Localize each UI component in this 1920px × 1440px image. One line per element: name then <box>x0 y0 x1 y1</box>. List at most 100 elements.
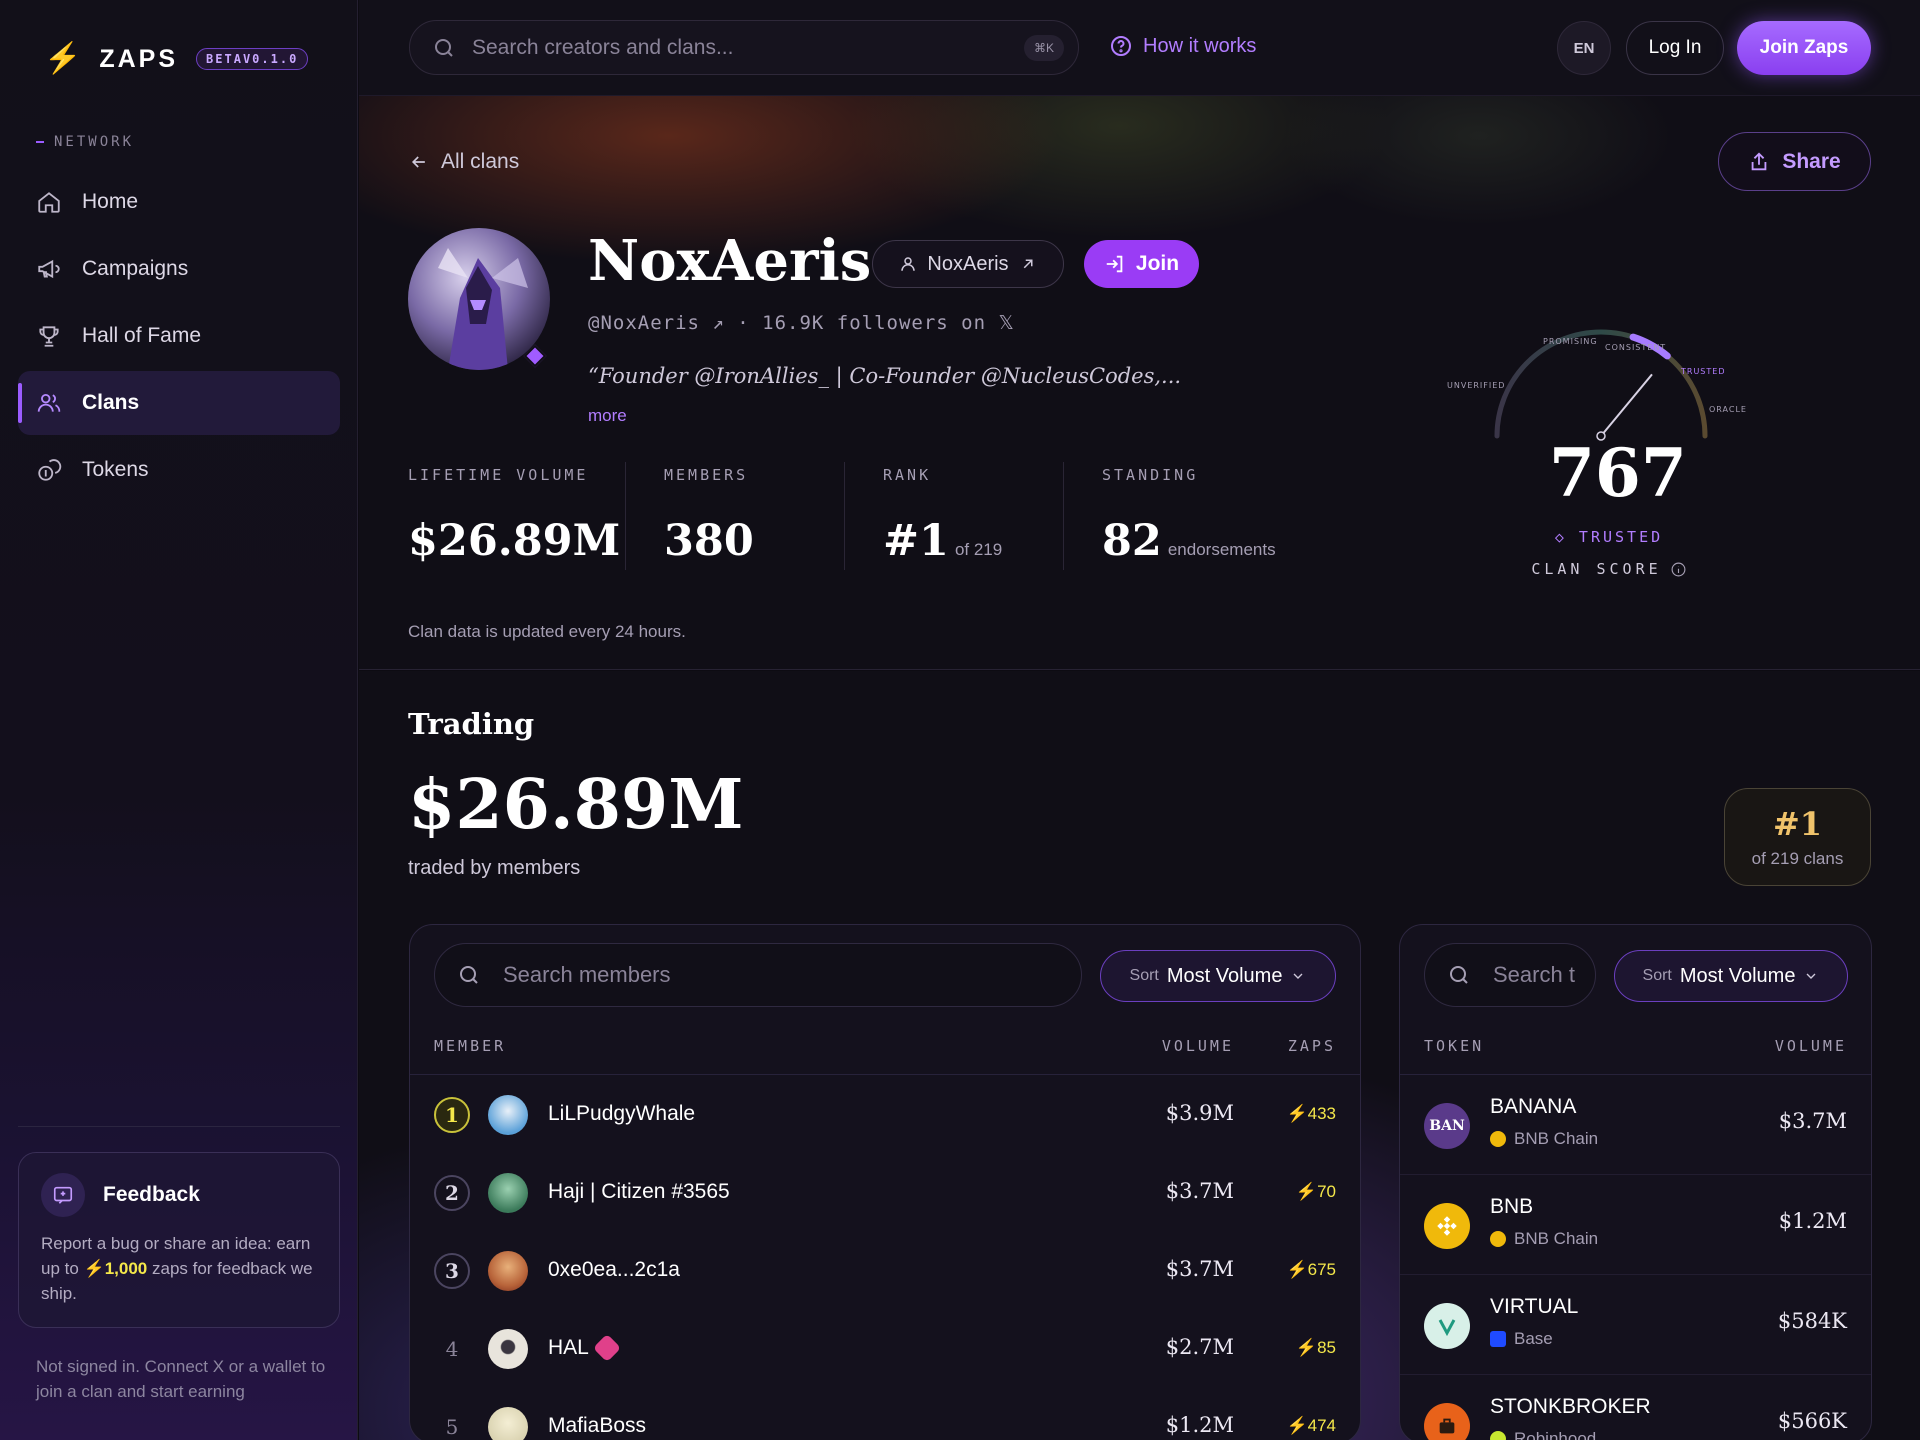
not-signed-text: Not signed in. Connect X or a wallet to … <box>36 1357 326 1401</box>
x-profile-link[interactable]: NoxAeris <box>872 240 1064 288</box>
rank-number: 3 <box>434 1253 470 1289</box>
gauge-label: UNVERIFIED <box>1447 381 1505 390</box>
search-input[interactable]: Search creators and clans... ⌘K <box>409 20 1079 75</box>
sidebar-item-hall-of-fame[interactable]: Hall of Fame <box>18 304 340 368</box>
sidebar-item-home[interactable]: Home <box>18 170 340 234</box>
token-search-input[interactable]: Search t <box>1424 943 1596 1007</box>
sidebar-item-label: Home <box>82 190 139 213</box>
token-volume: $1.2M <box>1778 1209 1847 1233</box>
sidebar-item-tokens[interactable]: Tokens <box>18 438 340 502</box>
search-icon <box>435 38 453 57</box>
login-button[interactable]: Log In <box>1626 21 1724 75</box>
token-name: BNB <box>1490 1195 1534 1218</box>
list-item[interactable]: BNB BNB Chain $1.2M <box>1400 1175 1871 1275</box>
gauge-label: ORACLE <box>1709 405 1747 414</box>
sidebar-item-label: Hall of Fame <box>82 324 202 347</box>
base-chain-icon <box>1490 1331 1506 1347</box>
divider <box>1063 462 1064 570</box>
column-header-token: TOKEN <box>1424 1037 1485 1055</box>
arrow-left-icon <box>411 156 425 168</box>
update-note: Clan data is updated every 24 hours. <box>408 622 686 641</box>
search-icon <box>460 966 478 984</box>
stat-lifetime-volume: LIFETIME VOLUME $26.89M <box>408 466 621 566</box>
list-item[interactable]: BAN BANANA BNB Chain $3.7M <box>1400 1075 1871 1175</box>
divider <box>625 462 626 570</box>
how-it-works-link[interactable]: How it works <box>1109 34 1256 58</box>
info-icon[interactable] <box>1670 561 1687 578</box>
more-link[interactable]: more <box>588 406 627 426</box>
trading-amount: $26.89M <box>408 765 744 845</box>
version-badge: BETAV0.1.0 <box>196 48 309 70</box>
home-icon <box>38 192 60 213</box>
sidebar-item-label: Clans <box>82 391 140 414</box>
member-search-input[interactable]: Search members <box>434 943 1082 1007</box>
stat-standing: STANDING 82 endorsements <box>1102 466 1276 566</box>
megaphone-icon <box>38 259 60 279</box>
clan-name: NoxAeris <box>588 228 872 294</box>
feedback-card[interactable]: Feedback Report a bug or share an idea: … <box>18 1152 340 1328</box>
table-row[interactable]: 3 0xe0ea...2c1a $3.7M ⚡675 <box>410 1233 1360 1311</box>
chevron-down-icon <box>1293 973 1303 979</box>
member-zaps: ⚡433 <box>1286 1104 1336 1123</box>
sidebar: ⚡ ZAPS BETAV0.1.0 NETWORK Home Campaigns… <box>0 0 358 1440</box>
section-title: Trading <box>408 707 535 741</box>
join-zaps-button[interactable]: Join Zaps <box>1737 21 1871 75</box>
share-icon <box>1751 151 1767 170</box>
table-row[interactable]: 4 HAL $2.7M ⚡85 <box>410 1311 1360 1389</box>
member-zaps: ⚡474 <box>1286 1416 1336 1435</box>
token-name: BANANA <box>1490 1095 1577 1118</box>
member-name: 0xe0ea...2c1a <box>548 1258 680 1281</box>
stonkbroker-logo-icon <box>1424 1403 1470 1440</box>
member-volume: $3.9M <box>1165 1101 1234 1125</box>
feedback-icon <box>41 1173 85 1217</box>
feedback-text: Report a bug or share an idea: earn up t… <box>41 1234 313 1303</box>
token-sort-select[interactable]: Sort Most Volume <box>1614 950 1848 1002</box>
partner-badge-icon <box>592 1333 622 1363</box>
clan-avatar <box>408 228 550 370</box>
sidebar-item-label: Tokens <box>82 458 149 481</box>
score-status-badge: ◇ TRUSTED <box>1554 528 1664 546</box>
column-header-zaps[interactable]: ZAPS <box>1288 1037 1336 1055</box>
rank-number: 4 <box>445 1337 459 1361</box>
token-chain: BNB Chain <box>1490 1129 1598 1149</box>
token-chain: BNB Chain <box>1490 1229 1598 1249</box>
member-name: Haji | Citizen #3565 <box>548 1180 730 1203</box>
table-row[interactable]: 2 Haji | Citizen #3565 $3.7M ⚡70 <box>410 1155 1360 1233</box>
help-circle-icon <box>1111 36 1131 56</box>
clan-bio: “Founder @IronAllies_ | Co-Founder @Nucl… <box>588 364 1182 388</box>
members-panel: Search members Sort Most Volume MEMBER VO… <box>409 924 1361 1440</box>
table-row[interactable]: 5 MafiaBoss $1.2M ⚡474 <box>410 1389 1360 1440</box>
list-item[interactable]: STONKBROKER Robinhood $566K <box>1400 1375 1871 1440</box>
column-header-volume[interactable]: VOLUME <box>1775 1037 1847 1055</box>
divider <box>18 1126 340 1127</box>
search-placeholder: Search creators and clans... <box>472 35 734 59</box>
column-header-volume[interactable]: VOLUME <box>1162 1037 1234 1055</box>
brand-name: ZAPS <box>99 44 179 73</box>
divider <box>844 462 845 570</box>
gauge-label: TRUSTED <box>1680 367 1725 376</box>
member-volume: $2.7M <box>1165 1335 1234 1359</box>
bnb-chain-icon <box>1490 1131 1506 1147</box>
token-volume: $3.7M <box>1778 1109 1847 1133</box>
token-name: VIRTUAL <box>1490 1295 1579 1318</box>
trophy-icon <box>39 326 59 347</box>
coins-icon <box>38 459 62 481</box>
language-button[interactable]: EN <box>1557 21 1611 75</box>
nav-heading: NETWORK <box>36 134 134 150</box>
sidebar-item-label: Campaigns <box>82 257 189 280</box>
member-zaps: ⚡85 <box>1295 1338 1336 1357</box>
table-row[interactable]: 1 LiLPudgyWhale $3.9M ⚡433 <box>410 1077 1360 1155</box>
share-button[interactable]: Share <box>1718 132 1871 191</box>
list-item[interactable]: VIRTUAL Base $584K <box>1400 1275 1871 1375</box>
join-clan-button[interactable]: Join <box>1084 240 1199 288</box>
sidebar-item-campaigns[interactable]: Campaigns <box>18 237 340 301</box>
robinhood-chain-icon <box>1490 1431 1506 1440</box>
back-link[interactable]: All clans <box>409 150 519 174</box>
bolt-logo-icon: ⚡ <box>44 42 82 75</box>
member-name: HAL <box>548 1333 622 1363</box>
member-sort-select[interactable]: Sort Most Volume <box>1100 950 1336 1002</box>
token-volume: $566K <box>1777 1409 1847 1433</box>
bnb-chain-icon <box>1490 1231 1506 1247</box>
brand[interactable]: ⚡ ZAPS BETAV0.1.0 <box>44 42 309 75</box>
sidebar-item-clans[interactable]: Clans <box>18 371 340 435</box>
